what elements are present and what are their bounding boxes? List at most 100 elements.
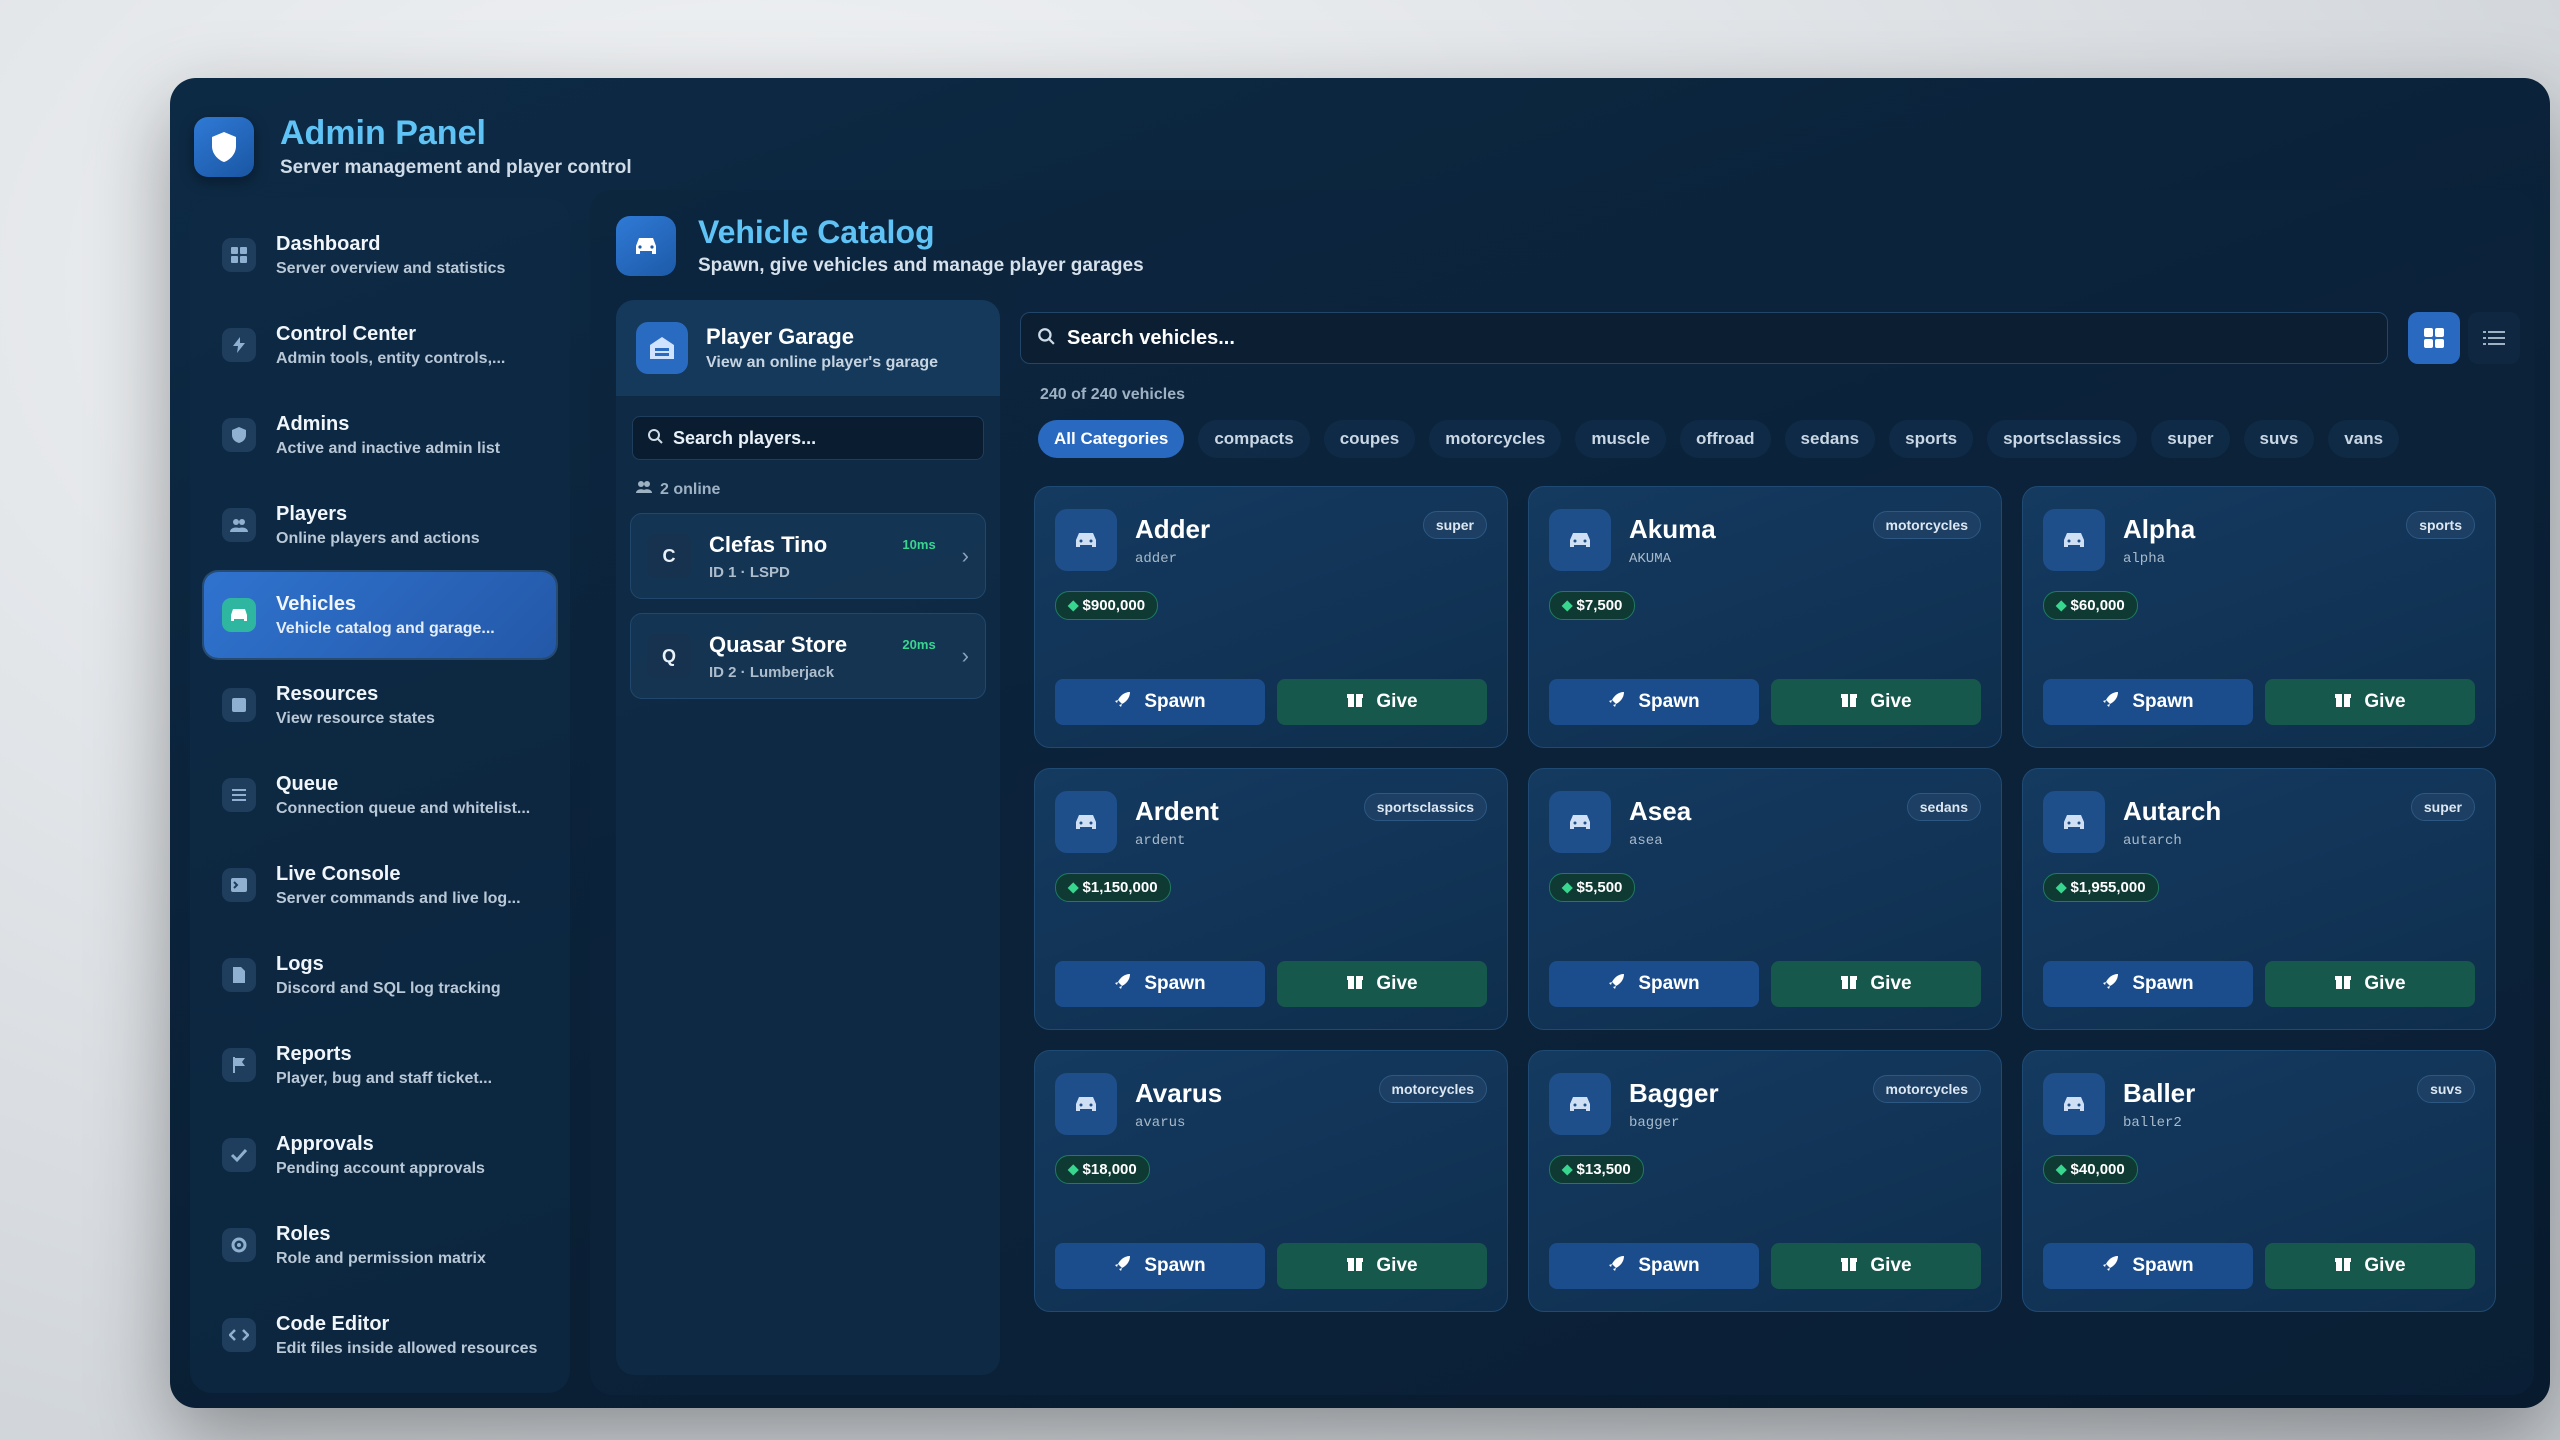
- car-icon: [1549, 791, 1611, 853]
- grid-view-button[interactable]: [2408, 312, 2460, 364]
- category-chip-coupes[interactable]: coupes: [1323, 420, 1416, 458]
- sidebar-item-approvals[interactable]: Approvals Pending account approvals: [204, 1112, 556, 1198]
- sidebar-item-resources[interactable]: Resources View resource states: [204, 662, 556, 748]
- give-button[interactable]: Give: [1771, 679, 1981, 725]
- spawn-label: Spawn: [2132, 691, 2194, 712]
- vehicle-card: Avarus avarus motorcycles ⬥ $18,000 Spawn Give: [1034, 1050, 1508, 1312]
- sidebar-item-text: Code Editor Edit files inside allowed res…: [276, 1313, 537, 1358]
- category-chip-sportsclassics[interactable]: sportsclassics: [1987, 420, 2138, 458]
- spawn-button[interactable]: Spawn: [2043, 1243, 2253, 1289]
- list-view-button[interactable]: [2468, 312, 2520, 364]
- sidebar-item-label: Logs: [276, 952, 324, 975]
- vehicle-card-text: Akuma AKUMA: [1629, 514, 1716, 567]
- dollar-icon: ⬥: [1562, 597, 1573, 614]
- sidebar-item-control-center[interactable]: Control Center Admin tools, entity contro…: [204, 302, 556, 388]
- sidebar-item-admins[interactable]: Admins Active and inactive admin list: [204, 392, 556, 478]
- chevron-right-icon: ›: [961, 643, 969, 668]
- player-avatar: Q: [647, 634, 691, 678]
- garage-title: Player Garage: [706, 324, 854, 349]
- category-chip-sedans[interactable]: sedans: [1784, 420, 1876, 458]
- sidebar-item-reports[interactable]: Reports Player, bug and staff ticket...: [204, 1022, 556, 1108]
- spawn-button[interactable]: Spawn: [1055, 679, 1265, 725]
- gift-icon: [2334, 1254, 2352, 1278]
- vehicle-card: Asea asea sedans ⬥ $5,500 Spawn Give: [1528, 768, 2002, 1030]
- category-chip-compacts[interactable]: compacts: [1198, 420, 1310, 458]
- player-search-input[interactable]: [673, 427, 969, 449]
- spawn-button[interactable]: Spawn: [2043, 961, 2253, 1007]
- price-badge: ⬥ $900,000: [1055, 591, 1159, 620]
- sidebar-item-dashboard[interactable]: Dashboard Server overview and statistics: [204, 212, 556, 298]
- vehicle-name: Akuma: [1629, 513, 1716, 544]
- give-label: Give: [2364, 973, 2406, 994]
- car-icon: [1055, 509, 1117, 571]
- gift-icon: [1840, 972, 1858, 996]
- page-title: Vehicle Catalog: [698, 214, 935, 250]
- vehicle-price: $13,500: [1576, 1161, 1631, 1178]
- category-chip-super[interactable]: super: [2151, 420, 2230, 458]
- spawn-button[interactable]: Spawn: [1055, 1243, 1265, 1289]
- category-chip-muscle[interactable]: muscle: [1575, 420, 1666, 458]
- vehicle-category-badge: super: [2410, 793, 2475, 821]
- give-button[interactable]: Give: [1771, 1243, 1981, 1289]
- category-chip-vans[interactable]: vans: [2328, 420, 2400, 458]
- sidebar-item-desc: Server overview and statistics: [276, 259, 506, 277]
- sidebar-item-code-editor[interactable]: Code Editor Edit files inside allowed res…: [204, 1292, 556, 1378]
- sidebar-item-live-console[interactable]: Live Console Server commands and live log…: [204, 842, 556, 928]
- vehicle-model: adder: [1135, 550, 1178, 567]
- player-id: ID 1 · LSPD: [709, 563, 790, 581]
- sidebar-item-desc: Online players and actions: [276, 529, 480, 547]
- give-button[interactable]: Give: [2265, 961, 2475, 1007]
- rocket-icon: [1608, 972, 1626, 996]
- vehicle-model: AKUMA: [1629, 550, 1672, 567]
- category-chip-suvs[interactable]: suvs: [2243, 420, 2315, 458]
- vehicle-model: bagger: [1629, 1114, 1680, 1131]
- car-icon: [2043, 791, 2105, 853]
- sidebar-item-label: Roles: [276, 1222, 331, 1245]
- vehicle-search[interactable]: [1020, 312, 2388, 364]
- grid-icon: [222, 238, 256, 272]
- category-chip-sports[interactable]: sports: [1889, 420, 1974, 458]
- give-button[interactable]: Give: [1277, 961, 1487, 1007]
- vehicle-search-input[interactable]: [1067, 326, 2371, 350]
- vehicle-category-badge: motorcycles: [1872, 1075, 1981, 1103]
- sidebar-item-roles[interactable]: Roles Role and permission matrix: [204, 1202, 556, 1288]
- car-icon: [1055, 791, 1117, 853]
- give-button[interactable]: Give: [2265, 679, 2475, 725]
- dollar-icon: ⬥: [1562, 1161, 1573, 1178]
- list-icon: [222, 778, 256, 812]
- spawn-button[interactable]: Spawn: [1055, 961, 1265, 1007]
- give-button[interactable]: Give: [1277, 679, 1487, 725]
- vehicle-count: 240 of 240 vehicles: [1040, 386, 1185, 403]
- player-search[interactable]: [632, 416, 984, 460]
- spawn-button[interactable]: Spawn: [1549, 961, 1759, 1007]
- sidebar-item-text: Roles Role and permission matrix: [276, 1223, 486, 1268]
- vehicle-card-text: Bagger bagger: [1629, 1078, 1719, 1131]
- player-list-item[interactable]: C Clefas Tino 10ms ID 1 · LSPD ›: [630, 513, 986, 599]
- sidebar-item-desc: Admin tools, entity controls,...: [276, 349, 506, 367]
- give-label: Give: [1870, 1255, 1912, 1276]
- search-icon: [647, 428, 663, 449]
- give-button[interactable]: Give: [2265, 1243, 2475, 1289]
- sidebar-item-queue[interactable]: Queue Connection queue and whitelist...: [204, 752, 556, 838]
- chevron-right-icon: ›: [961, 543, 969, 568]
- vehicle-model: baller2: [2123, 1114, 2182, 1131]
- gift-icon: [1346, 972, 1364, 996]
- dollar-icon: ⬥: [2056, 1161, 2067, 1178]
- category-chip-offroad[interactable]: offroad: [1679, 420, 1771, 458]
- online-count-text: 2 online: [660, 480, 721, 498]
- player-list-item[interactable]: Q Quasar Store 20ms ID 2 · Lumberjack ›: [630, 613, 986, 699]
- give-button[interactable]: Give: [1771, 961, 1981, 1007]
- spawn-button[interactable]: Spawn: [1549, 679, 1759, 725]
- sidebar-item-vehicles[interactable]: Vehicles Vehicle catalog and garage...: [204, 572, 556, 658]
- spawn-label: Spawn: [1144, 691, 1206, 712]
- give-button[interactable]: Give: [1277, 1243, 1487, 1289]
- spawn-button[interactable]: Spawn: [1549, 1243, 1759, 1289]
- vehicle-name: Adder: [1135, 513, 1211, 544]
- category-chip-all-categories[interactable]: All Categories: [1038, 420, 1185, 458]
- sidebar-item-players[interactable]: Players Online players and actions: [204, 482, 556, 568]
- app-header: Admin Panel Server management and player…: [194, 114, 632, 179]
- sidebar-item-logs[interactable]: Logs Discord and SQL log tracking: [204, 932, 556, 1018]
- spawn-button[interactable]: Spawn: [2043, 679, 2253, 725]
- main-panel: Vehicle Catalog Spawn, give vehicles and…: [590, 190, 2534, 1395]
- category-chip-motorcycles[interactable]: motorcycles: [1429, 420, 1562, 458]
